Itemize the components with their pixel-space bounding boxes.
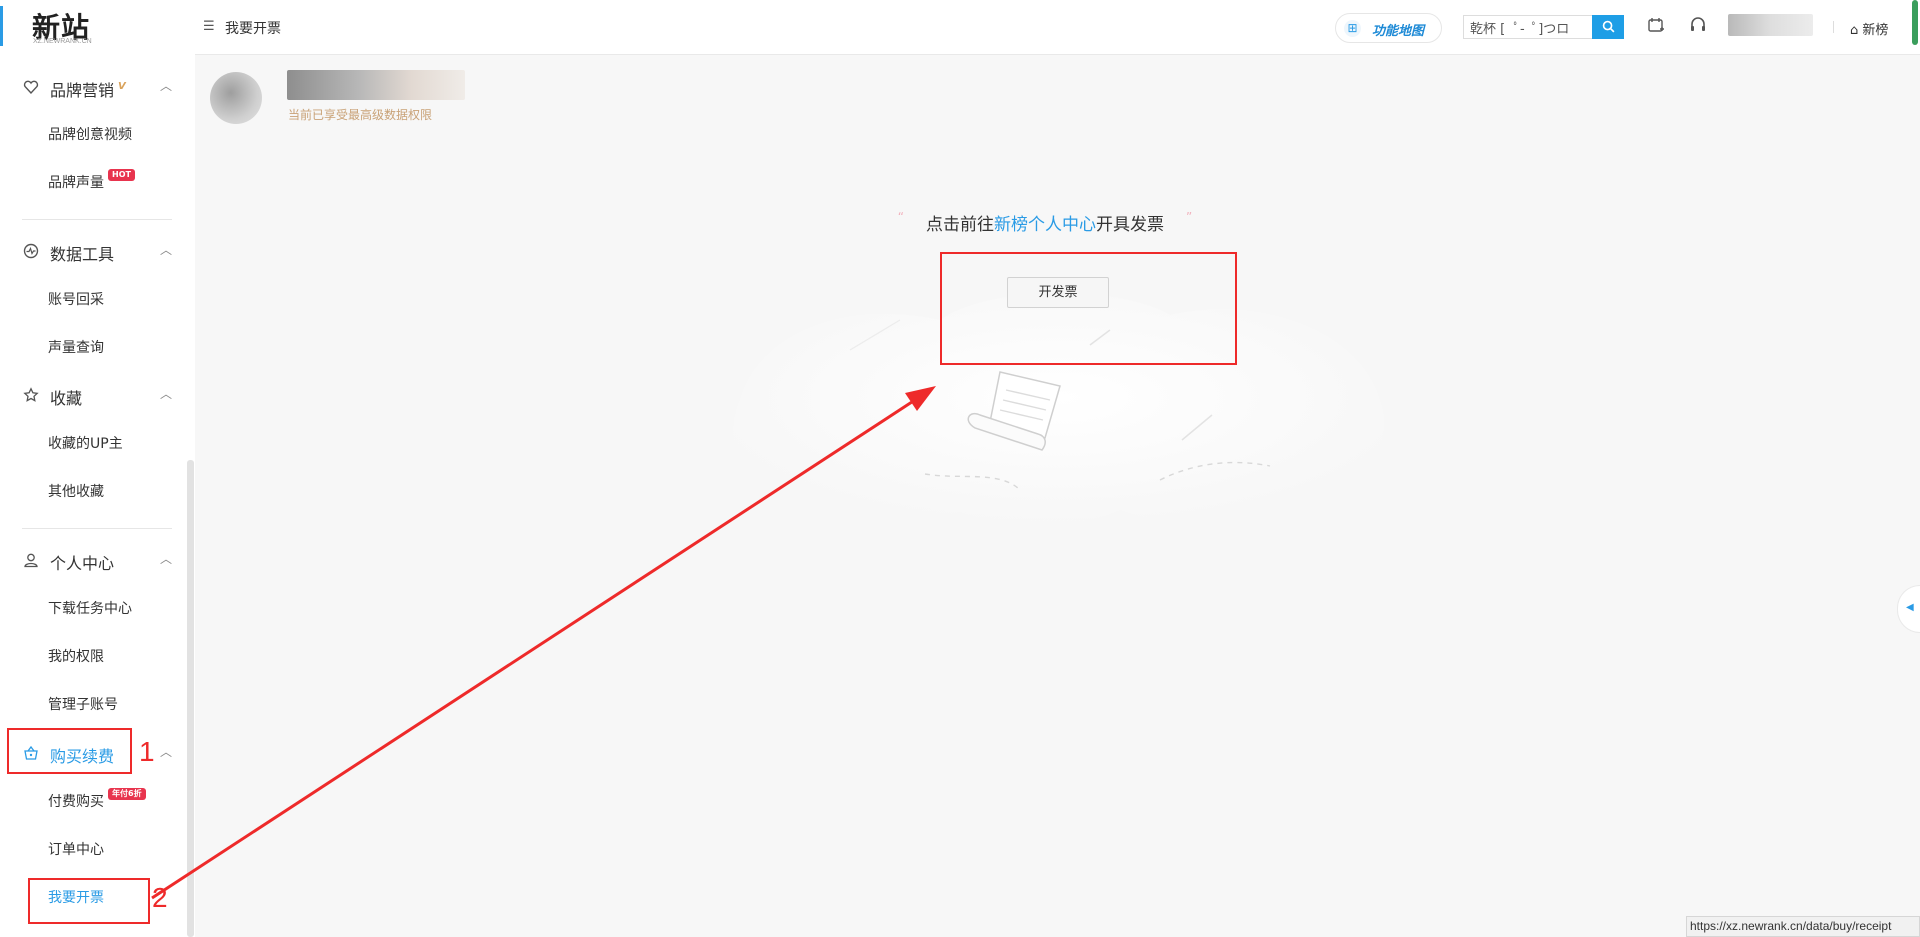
sidebar-item-label: 订单中心 [48,842,104,858]
header-separator [1833,21,1834,33]
sidebar-item-order-center[interactable]: 订单中心 [48,838,104,862]
sidebar-item-other-favorites[interactable]: 其他收藏 [48,480,104,504]
status-bar-url: https://xz.newrank.cn/data/buy/receipt [1686,916,1920,937]
home-icon: ⌂ [1850,23,1859,38]
account-avatar[interactable] [1728,14,1813,36]
personal-center-link[interactable]: 新榜个人中心 [994,215,1096,235]
sidebar-group-label: 收藏 [50,389,83,408]
top-header: ☰ 我要开票 ⊞ 功能地图 ⌂ 新榜 [195,0,1920,55]
sidebar: 新站 XZ.NEWRANK.CN 品牌营销 V ︿ 品牌创意视频 品牌声量 HOT… [0,0,195,937]
chevron-up-icon: ︿ [160,243,173,257]
hot-badge: HOT [108,169,135,181]
search-input[interactable] [1464,16,1588,38]
annotation-box-purchase [7,728,132,774]
sidebar-item-label: 声量查询 [48,340,104,356]
calendar-add-icon[interactable] [1647,16,1665,38]
sidebar-item-label: 账号回采 [48,292,104,308]
annotation-number-1: 1 [139,736,155,767]
logo[interactable]: 新站 XZ.NEWRANK.CN [0,0,195,55]
heart-icon [22,79,40,97]
sidebar-group-label: 个人中心 [50,554,115,573]
sidebar-group-favorites[interactable]: 收藏 ︿ [0,372,190,420]
sidebar-item-download-center[interactable]: 下载任务中心 [48,597,132,621]
quote-open-icon: “ [897,210,904,224]
discount-badge: 年付6折 [108,788,146,800]
sidebar-item-my-permissions[interactable]: 我的权限 [48,645,104,669]
user-avatar [210,72,262,124]
sidebar-item-label: 我的权限 [48,649,104,665]
headset-icon[interactable] [1689,16,1707,38]
sidebar-item-label: 管理子账号 [48,697,118,713]
sidebar-item-label: 下载任务中心 [48,601,132,617]
sidebar-item-paid-purchase[interactable]: 付费购买年付6折 [48,788,146,814]
sidebar-group-data-tools[interactable]: 数据工具 ︿ [0,228,190,276]
function-map-button[interactable]: ⊞ 功能地图 [1335,13,1442,43]
chevron-up-icon: ︿ [160,79,173,93]
grid-icon: ⊞ [1344,20,1361,37]
sidebar-divider [22,528,172,529]
search-box [1463,15,1592,39]
chevron-up-icon: ︿ [160,387,173,401]
hint-suffix: 开具发票 [1096,215,1164,235]
sidebar-item-label: 收藏的UP主 [48,436,123,452]
function-map-label: 功能地图 [1372,24,1425,39]
logo-accent-bar [0,6,3,46]
menu-fold-icon[interactable]: ☰ [203,19,215,34]
caret-left-icon: ◀ [1906,602,1914,613]
sidebar-item-favorite-creators[interactable]: 收藏的UP主 [48,432,123,456]
user-name-blurred [287,70,465,100]
invoice-hint: “ 点击前往新榜个人中心开具发票 ” [0,210,1920,235]
star-icon [22,387,40,405]
sidebar-group-brand-marketing[interactable]: 品牌营销 V ︿ [0,64,190,112]
vip-icon: V [118,81,126,92]
user-icon [22,552,40,570]
hint-prefix: 点击前往 [926,215,994,235]
chevron-up-icon: ︿ [160,745,173,759]
sidebar-group-personal-center[interactable]: 个人中心 ︿ [0,537,190,585]
sidebar-item-label: 付费购买 [48,794,104,810]
sidebar-item-label: 其他收藏 [48,484,104,500]
chevron-up-icon: ︿ [160,552,173,566]
sidebar-item-volume-query[interactable]: 声量查询 [48,336,104,360]
sidebar-item-label: 品牌创意视频 [48,127,132,143]
permission-text: 当前已享受最高级数据权限 [288,108,433,122]
sidebar-item-sub-accounts[interactable]: 管理子账号 [48,693,118,717]
sidebar-scrollbar[interactable] [187,460,194,937]
annotation-box-invoice [940,252,1237,365]
breadcrumb: 我要开票 [225,21,281,37]
sidebar-item-label: 品牌声量 [48,175,104,191]
sidebar-item-brand-volume[interactable]: 品牌声量 HOT [48,169,135,195]
sidebar-group-label: 数据工具 [50,245,115,264]
pulse-icon [22,243,40,261]
annotation-box-invoice-menu [28,878,150,924]
sidebar-group-label: 品牌营销 [50,81,115,100]
logo-subtitle: XZ.NEWRANK.CN [33,38,92,45]
sidebar-item-brand-video[interactable]: 品牌创意视频 [48,123,132,147]
annotation-number-2: 2 [152,882,168,913]
browser-extension-bar [1912,0,1918,45]
sidebar-item-account-recollect[interactable]: 账号回采 [48,288,104,312]
search-icon [1602,20,1614,33]
right-panel-toggle[interactable]: ◀ [1897,585,1920,633]
xinbang-label: 新榜 [1862,23,1889,38]
search-button[interactable] [1592,15,1624,39]
quote-close-icon: ” [1186,210,1193,224]
xinbang-link[interactable]: ⌂ 新榜 [1850,19,1888,38]
